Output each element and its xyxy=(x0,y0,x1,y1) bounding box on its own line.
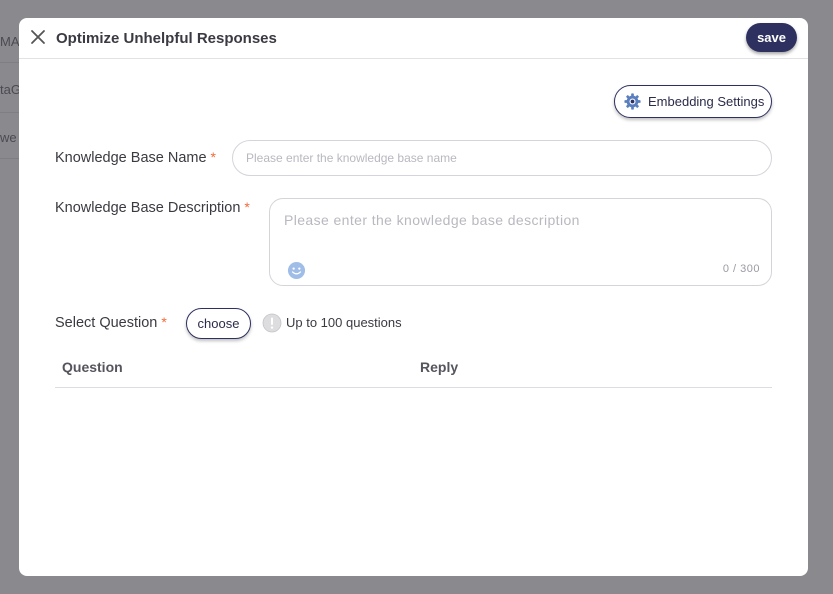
required-mark: * xyxy=(210,149,216,165)
kb-description-input[interactable] xyxy=(270,199,771,257)
embedding-settings-label: Embedding Settings xyxy=(648,94,765,109)
dialog-title: Optimize Unhelpful Responses xyxy=(56,30,277,47)
question-limit-hint: Up to 100 questions xyxy=(286,315,402,330)
dialog-header: Optimize Unhelpful Responses save xyxy=(19,18,808,59)
background-divider xyxy=(0,112,20,113)
kb-description-label-text: Knowledge Base Description xyxy=(55,200,241,216)
question-table-header: Question Reply xyxy=(55,350,772,388)
save-button[interactable]: save xyxy=(746,23,797,52)
kb-name-input[interactable] xyxy=(232,140,772,176)
embedding-settings-button[interactable]: Embedding Settings xyxy=(614,85,772,118)
info-icon xyxy=(262,313,282,333)
background-text: taG xyxy=(0,82,21,97)
close-icon[interactable] xyxy=(29,28,47,46)
choose-button[interactable]: choose xyxy=(186,308,251,339)
column-header-question: Question xyxy=(62,359,123,375)
required-mark: * xyxy=(244,199,250,215)
optimize-responses-dialog: Optimize Unhelpful Responses save Embedd… xyxy=(19,18,808,576)
background-text: we xyxy=(0,130,17,145)
kb-name-label: Knowledge Base Name * xyxy=(55,149,216,166)
background-divider xyxy=(0,158,20,159)
background-text: MA xyxy=(0,34,20,49)
kb-description-box: 0 / 300 xyxy=(269,198,772,286)
select-question-label-text: Select Question xyxy=(55,315,158,331)
select-question-label: Select Question * xyxy=(55,314,167,331)
kb-name-label-text: Knowledge Base Name xyxy=(55,150,207,166)
gear-icon xyxy=(624,93,641,110)
required-mark: * xyxy=(161,314,167,330)
character-counter: 0 / 300 xyxy=(722,263,760,275)
column-header-reply: Reply xyxy=(420,359,459,375)
smiley-icon[interactable] xyxy=(287,261,306,280)
kb-description-label: Knowledge Base Description * xyxy=(55,199,250,216)
background-divider xyxy=(0,62,20,63)
